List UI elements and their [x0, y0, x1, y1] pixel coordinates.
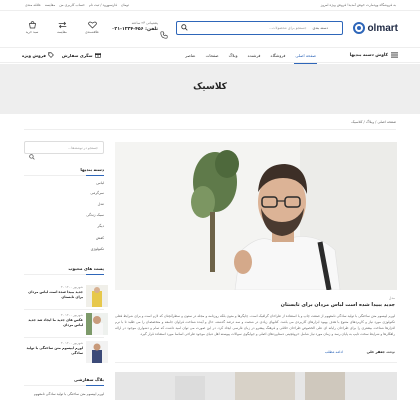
search-input[interactable]: جستجو برای محصولات... — [269, 26, 307, 30]
cart-icon — [28, 21, 36, 29]
nav-item-shop[interactable]: فروشگاه — [265, 48, 290, 64]
special-sale-link[interactable]: فروش ویژه — [22, 52, 54, 58]
popular-post-title[interactable]: عکس های جدید ما ایجاد شد جدید لباس مردان — [25, 318, 83, 328]
categories-widget-title: دسته بندیها — [80, 167, 104, 172]
sidebar-search[interactable]: جستجو در نوشته‌ها... — [24, 141, 104, 160]
post-featured-image-2[interactable] — [115, 372, 397, 400]
header-actions: علاقه‌مندی مقایسه سبد خرید — [22, 21, 102, 34]
wishlist-button[interactable]: علاقه‌مندی — [82, 21, 102, 34]
my-account-link[interactable]: حساب کاربری من — [59, 3, 85, 7]
welcome-note: به فروشگاه وودمارت خوش آمدید! فروش ویژه … — [320, 3, 396, 7]
divider — [24, 129, 396, 130]
divider — [24, 309, 104, 310]
wishlist-label: علاقه‌مندی — [85, 30, 99, 34]
post-author[interactable]: جعفر حلی — [367, 350, 385, 354]
popular-post-item[interactable]: شهریور ۱۴۰۰ ۳۰ جدید ببیدا شده است لباس م… — [24, 285, 108, 307]
nav-items: صفحه اصلی فروشگاه فرشنده وبلاگ صفحات عنا… — [180, 48, 321, 64]
categories-label: کاوش دسته بندیها — [349, 52, 388, 58]
custom-order-link[interactable]: سگری سفارش — [62, 52, 101, 58]
categories-toggle[interactable]: کاوش دسته بندیها — [350, 52, 398, 58]
search-category-select[interactable]: دسته بندی — [312, 26, 328, 30]
nav-item-elements[interactable]: عناصر — [180, 48, 200, 64]
breadcrumb[interactable]: صفحه اصلی / وبلاگ / کلاسیک — [351, 120, 396, 124]
sidebar-category-clothing[interactable]: لباس — [96, 181, 104, 185]
phone-label: پشتیبانی ۲۴ ساعته — [131, 21, 158, 25]
popular-post-date: شهریور ۱۴۰۰ ۳۰ — [60, 341, 83, 345]
heart-icon — [87, 21, 97, 29]
login-register-link[interactable]: ورود / ثبت نام — [89, 3, 109, 7]
sidebar-category-shoes[interactable]: کفش — [96, 236, 104, 240]
popular-post-thumbnail[interactable] — [86, 313, 108, 335]
compare-icon — [58, 21, 66, 29]
currency-language: تومان فارسی — [107, 3, 129, 7]
search-icon — [29, 154, 35, 160]
popular-posts-title: پست های محبوب — [68, 266, 104, 271]
custom-blog-title: بلاگ سفارشی — [74, 377, 104, 382]
account-links: علاقه مندی مقایسه حساب کاربری من ورود / … — [25, 3, 109, 7]
widget-title-underline — [24, 385, 104, 386]
post-category[interactable]: مدل — [389, 296, 395, 300]
support-phone: پشتیبانی ۲۴ ساعته تلفن: ۴۵۶-۱۲۳۴-۰۲۱ — [112, 21, 168, 39]
phone-number: تلفن: ۴۵۶-۱۲۳۴-۰۲۱ — [111, 27, 158, 32]
post-excerpt: لورم ایپسوم متن ساختگی با تولید سادگی نا… — [115, 314, 395, 336]
sidebar-category-lifestyle[interactable]: سبک زندگی — [86, 213, 104, 217]
post-meta: نوشته جعفر حلی ادامه مطلب — [325, 350, 395, 354]
sidebar-category-fashion[interactable]: مدل — [98, 202, 104, 206]
sidebar-category-entertainment[interactable]: سرگرمی — [90, 191, 104, 195]
special-sale-label: فروش ویژه — [22, 52, 46, 58]
menu-icon — [391, 52, 398, 58]
post-title[interactable]: جدید ببیدا شده است لباس مردان برای تابست… — [281, 302, 395, 308]
currency-select[interactable]: تومان — [121, 3, 129, 7]
sidebar-category-other[interactable]: دیگر — [97, 224, 104, 228]
popular-post-date: شهریور ۱۴۰۰ ۳۰ — [60, 313, 83, 317]
fashion-photo — [115, 372, 397, 400]
popular-post-thumbnail[interactable] — [86, 285, 108, 307]
nav-item-blog[interactable]: وبلاگ — [224, 48, 243, 64]
popular-post-date: شهریور ۱۴۰۰ ۳۰ — [60, 285, 83, 289]
nav-item-pages[interactable]: صفحات — [201, 48, 224, 64]
cart-label: سبد خرید — [25, 30, 39, 34]
page-hero: کلاسیک — [0, 64, 420, 114]
cart-button[interactable]: سبد خرید — [22, 21, 42, 34]
site-logo[interactable]: olmart — [353, 21, 398, 35]
post-featured-image[interactable] — [115, 142, 397, 290]
nav-item-vendor[interactable]: فرشنده — [243, 48, 266, 64]
header-search: دسته بندی جستجو برای محصولات... — [176, 21, 343, 35]
main-navigation: کاوش دسته بندیها صفحه اصلی فروشگاه فرشند… — [0, 47, 420, 64]
search-icon — [180, 24, 188, 31]
phone-icon — [160, 24, 168, 43]
popular-post-title[interactable]: لورم ایپسوم متن ساختگی با تولید سادگی — [25, 346, 83, 356]
logo-mark-icon — [353, 22, 366, 34]
custom-blog-snippet: لورم ایپسوم متن ساختگی با تولید سادگی نا… — [33, 392, 104, 396]
read-more-link[interactable]: ادامه مطلب — [325, 350, 343, 354]
divider — [115, 362, 397, 363]
popular-post-thumbnail[interactable] — [86, 341, 108, 363]
sidebar-search-input[interactable]: جستجو در نوشته‌ها... — [68, 146, 98, 150]
nav-item-home[interactable]: صفحه اصلی — [290, 48, 321, 64]
compare-button[interactable]: مقایسه — [52, 21, 72, 34]
custom-order-label: سگری سفارش — [61, 52, 93, 58]
gift-icon — [94, 53, 101, 58]
page-title: کلاسیک — [193, 82, 227, 92]
nav-extra: سگری سفارش فروش ویژه — [22, 52, 101, 58]
compare-link[interactable]: مقایسه — [45, 3, 55, 7]
tag-icon — [48, 52, 54, 58]
man-with-glasses-photo — [115, 142, 397, 290]
popular-post-title[interactable]: جدید ببیدا شده است لباس مردان برای تابست… — [25, 290, 83, 300]
wishlist-link[interactable]: علاقه مندی — [25, 3, 41, 7]
popular-post-item[interactable]: شهریور ۱۴۰۰ ۳۰ لورم ایپسوم متن ساختگی با… — [24, 341, 108, 363]
compare-label: مقایسه — [57, 30, 67, 34]
divider — [24, 337, 104, 338]
sidebar-search-button[interactable] — [29, 145, 35, 164]
widget-title-underline — [24, 175, 104, 176]
search-button[interactable] — [177, 22, 191, 33]
post-author-label: نوشته — [386, 350, 395, 354]
logo-text: olmart — [367, 22, 398, 34]
popular-post-item[interactable]: شهریور ۱۴۰۰ ۳۰ عکس های جدید ما ایجاد شد … — [24, 313, 108, 335]
top-bar: به فروشگاه وودمارت خوش آمدید! فروش ویژه … — [0, 0, 420, 11]
sidebar-category-technology[interactable]: تکنولوژی — [91, 247, 104, 251]
widget-title-underline — [24, 274, 104, 275]
